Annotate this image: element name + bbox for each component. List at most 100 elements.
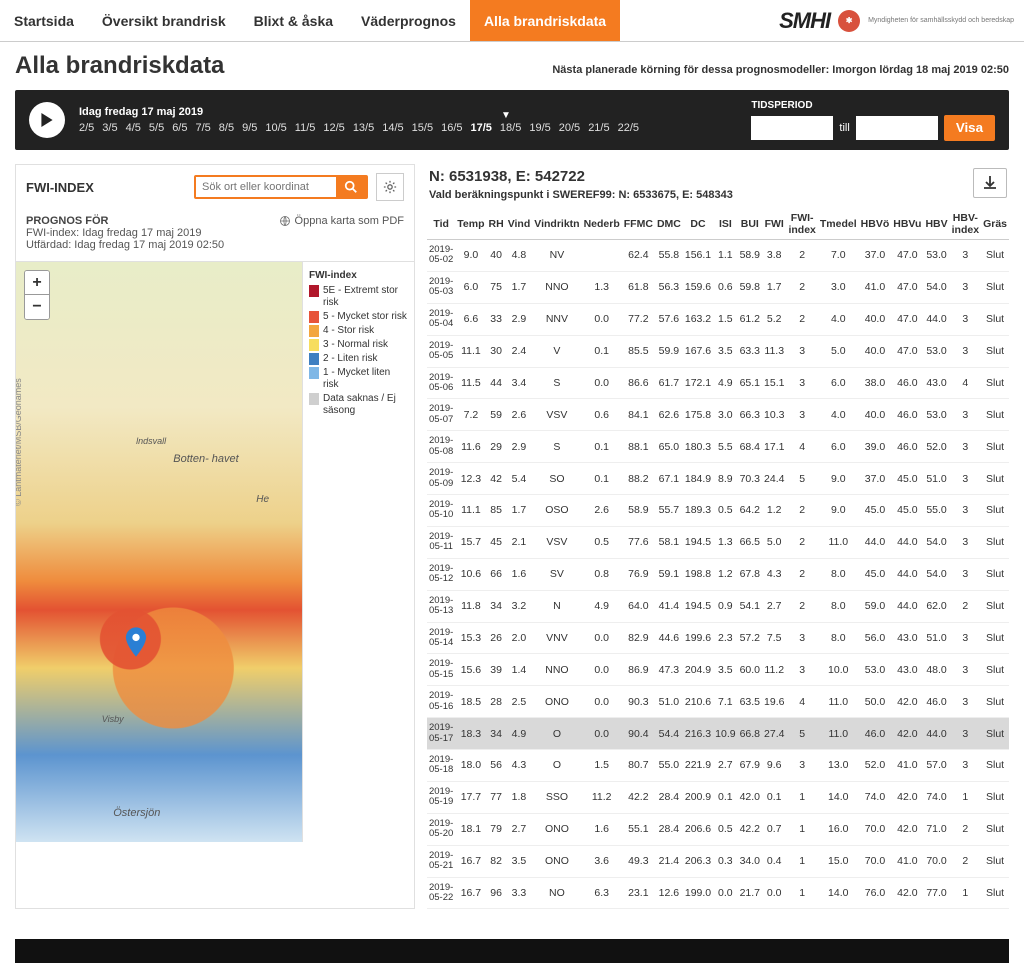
timeline-date[interactable]: 6/5 bbox=[172, 122, 187, 134]
timeline-date[interactable]: 19/5 bbox=[529, 122, 550, 134]
table-row[interactable]: 2019-05-029.0404.8NV62.455.8156.11.158.9… bbox=[427, 240, 1009, 272]
table-row[interactable]: 2019-05-0611.5443.4S0.086.661.7172.14.96… bbox=[427, 367, 1009, 399]
timeline-date[interactable]: 17/5 bbox=[471, 122, 492, 134]
table-row[interactable]: 2019-05-046.6332.9NNV0.077.257.6163.21.5… bbox=[427, 303, 1009, 335]
table-cell: 48.0 bbox=[923, 654, 949, 686]
table-row[interactable]: 2019-05-1917.7771.8SSO11.242.228.4200.90… bbox=[427, 781, 1009, 813]
visa-button[interactable]: Visa bbox=[944, 115, 995, 141]
open-map-pdf-link[interactable]: Öppna karta som PDF bbox=[279, 215, 404, 227]
table-cell: 2019-05-17 bbox=[427, 718, 455, 750]
period-from-input[interactable] bbox=[751, 116, 833, 140]
timeline-date[interactable]: 11/5 bbox=[295, 122, 316, 134]
table-cell: 9.0 bbox=[818, 495, 859, 527]
timeline-date[interactable]: 16/5 bbox=[441, 122, 462, 134]
table-row[interactable]: 2019-05-1415.3262.0VNV0.082.944.6199.62.… bbox=[427, 622, 1009, 654]
period-to-input[interactable] bbox=[856, 116, 938, 140]
table-row[interactable]: 2019-05-2018.1792.7ONO1.655.128.4206.60.… bbox=[427, 813, 1009, 845]
table-cell: 3.4 bbox=[506, 367, 533, 399]
nav-item-0[interactable]: Startsida bbox=[0, 0, 88, 41]
legend-swatch bbox=[309, 367, 319, 379]
table-cell: 14.0 bbox=[818, 877, 859, 909]
timeline-date[interactable]: 21/5 bbox=[588, 122, 609, 134]
legend: FWI-index 5E - Extremt stor risk5 - Myck… bbox=[302, 262, 414, 842]
timeline-date[interactable]: 22/5 bbox=[618, 122, 639, 134]
table-row[interactable]: 2019-05-2216.7963.3NO6.323.112.6199.00.0… bbox=[427, 877, 1009, 909]
map[interactable]: + − © Lantmäteriet/MSB/Geonames Botten- … bbox=[16, 262, 302, 842]
table-cell: 7.5 bbox=[762, 622, 786, 654]
table-cell: 159.6 bbox=[683, 271, 713, 303]
timeline-date[interactable]: 5/5 bbox=[149, 122, 164, 134]
table-cell: 44.0 bbox=[891, 590, 923, 622]
table-cell: 5.4 bbox=[506, 463, 533, 495]
table-cell: 3 bbox=[950, 686, 981, 718]
nav-item-1[interactable]: Översikt brandrisk bbox=[88, 0, 240, 41]
table-row[interactable]: 2019-05-0811.6292.9S0.188.165.0180.35.56… bbox=[427, 431, 1009, 463]
timeline-date[interactable]: 4/5 bbox=[126, 122, 141, 134]
timeline-date[interactable]: 20/5 bbox=[559, 122, 580, 134]
timeline-date[interactable]: 12/5 bbox=[323, 122, 344, 134]
table-cell: 68.4 bbox=[738, 431, 762, 463]
table-cell: 63.5 bbox=[738, 686, 762, 718]
download-button[interactable] bbox=[973, 168, 1007, 198]
table-cell: 59.9 bbox=[655, 335, 683, 367]
timeline-date[interactable]: 15/5 bbox=[412, 122, 433, 134]
table-row[interactable]: 2019-05-2116.7823.5ONO3.649.321.4206.30.… bbox=[427, 845, 1009, 877]
settings-button[interactable] bbox=[376, 173, 404, 201]
table-cell: OSO bbox=[532, 495, 581, 527]
table-cell: 2 bbox=[786, 271, 817, 303]
search-wrap bbox=[194, 175, 368, 199]
table-row[interactable]: 2019-05-1311.8343.2N4.964.041.4194.50.95… bbox=[427, 590, 1009, 622]
timeline-date[interactable]: 3/5 bbox=[102, 122, 117, 134]
table-row[interactable]: 2019-05-1818.0564.3O1.580.755.0221.92.76… bbox=[427, 750, 1009, 782]
search-button[interactable] bbox=[336, 177, 366, 197]
table-cell: VNV bbox=[532, 622, 581, 654]
table-cell: 3 bbox=[950, 271, 981, 303]
table-row[interactable]: 2019-05-0511.1302.4V0.185.559.9167.63.56… bbox=[427, 335, 1009, 367]
table-cell: 4.0 bbox=[818, 399, 859, 431]
table-cell: 3 bbox=[950, 335, 981, 367]
left-panel: FWI-INDEX PROGNOS FÖR FWI-index: Idag fr… bbox=[15, 164, 415, 909]
table-cell: 37.0 bbox=[859, 240, 892, 272]
table-cell: 0.1 bbox=[582, 335, 622, 367]
table-cell: 23.1 bbox=[622, 877, 655, 909]
zoom-out-button[interactable]: − bbox=[25, 295, 49, 319]
table-cell: 44.0 bbox=[891, 558, 923, 590]
table-cell: 1.7 bbox=[506, 495, 533, 527]
play-button[interactable] bbox=[29, 102, 65, 138]
timeline-bar: Idag fredag 17 maj 2019 2/53/54/55/56/57… bbox=[15, 90, 1009, 150]
table-row[interactable]: 2019-05-1115.7452.1VSV0.577.658.1194.51.… bbox=[427, 526, 1009, 558]
table-cell: NO bbox=[532, 877, 581, 909]
table-cell: 221.9 bbox=[683, 750, 713, 782]
table-cell: 2019-05-14 bbox=[427, 622, 455, 654]
table-cell: 3.5 bbox=[713, 335, 737, 367]
table-cell: 86.9 bbox=[622, 654, 655, 686]
table-cell: 8.0 bbox=[818, 558, 859, 590]
timeline-date[interactable]: 13/5 bbox=[353, 122, 374, 134]
table-row[interactable]: 2019-05-1210.6661.6SV0.876.959.1198.81.2… bbox=[427, 558, 1009, 590]
timeline-date[interactable]: 14/5 bbox=[382, 122, 403, 134]
table-row[interactable]: 2019-05-0912.3425.4SO0.188.267.1184.98.9… bbox=[427, 463, 1009, 495]
table-row[interactable]: 2019-05-1011.1851.7OSO2.658.955.7189.30.… bbox=[427, 495, 1009, 527]
nav-item-4[interactable]: Alla brandriskdata bbox=[470, 0, 620, 41]
timeline-date[interactable]: 18/5 bbox=[500, 122, 521, 134]
timeline-date[interactable]: 9/5 bbox=[242, 122, 257, 134]
table-row[interactable]: 2019-05-036.0751.7NNO1.361.856.3159.60.6… bbox=[427, 271, 1009, 303]
nav-item-2[interactable]: Blixt & åska bbox=[240, 0, 347, 41]
search-input[interactable] bbox=[196, 177, 336, 197]
table-row[interactable]: 2019-05-1718.3344.9O0.090.454.4216.310.9… bbox=[427, 718, 1009, 750]
table-cell: 79 bbox=[487, 813, 506, 845]
table-cell: 61.8 bbox=[622, 271, 655, 303]
table-row[interactable]: 2019-05-077.2592.6VSV0.684.162.6175.83.0… bbox=[427, 399, 1009, 431]
timeline-date[interactable]: 7/5 bbox=[195, 122, 210, 134]
table-cell: 45 bbox=[487, 526, 506, 558]
timeline-date[interactable]: 2/5 bbox=[79, 122, 94, 134]
timeline-date[interactable]: 10/5 bbox=[265, 122, 286, 134]
table-cell: Slut bbox=[981, 781, 1009, 813]
nav-item-3[interactable]: Väderprognos bbox=[347, 0, 470, 41]
table-cell: 85.5 bbox=[622, 335, 655, 367]
timeline-date[interactable]: 8/5 bbox=[219, 122, 234, 134]
table-row[interactable]: 2019-05-1618.5282.5ONO0.090.351.0210.67.… bbox=[427, 686, 1009, 718]
zoom-in-button[interactable]: + bbox=[25, 271, 49, 295]
table-cell: NNO bbox=[532, 271, 581, 303]
table-row[interactable]: 2019-05-1515.6391.4NNO0.086.947.3204.93.… bbox=[427, 654, 1009, 686]
